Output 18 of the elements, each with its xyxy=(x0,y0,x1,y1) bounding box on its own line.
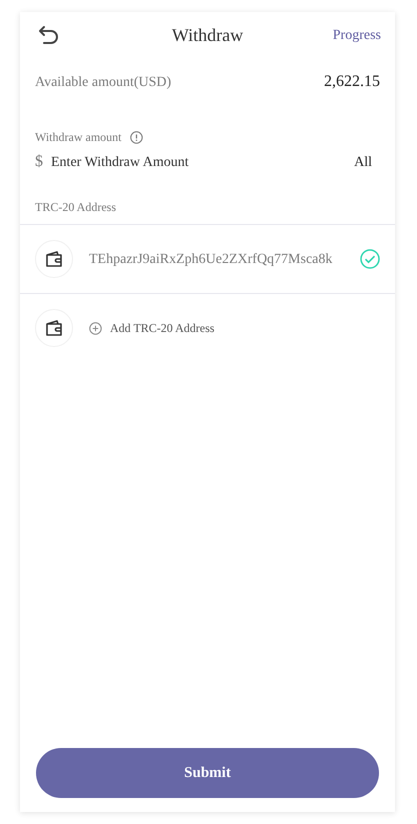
add-address-label: Add TRC-20 Address xyxy=(110,320,214,337)
submit-button[interactable]: Submit xyxy=(36,748,379,798)
wallet-icon xyxy=(45,251,63,267)
available-label: Available amount(USD) xyxy=(35,74,172,92)
address-item[interactable]: TEhpazrJ9aiRxZph6Ue2ZXrfQq77Msca8k xyxy=(20,225,395,293)
address-text: TEhpazrJ9aiRxZph6Ue2ZXrfQq77Msca8k xyxy=(89,250,334,268)
available-amount: 2,622.15 xyxy=(324,72,380,92)
plus-icon xyxy=(89,322,102,334)
withdraw-amount-label: Withdraw amount xyxy=(35,129,122,146)
all-button[interactable]: All xyxy=(354,152,372,172)
wallet-icon xyxy=(45,320,63,336)
back-button[interactable] xyxy=(38,23,60,47)
info-icon[interactable] xyxy=(130,130,142,144)
currency-symbol: $ xyxy=(35,152,43,172)
progress-link[interactable]: Progress xyxy=(332,24,381,46)
page-title: Withdraw xyxy=(172,24,244,46)
address-section-label: TRC-20 Address xyxy=(35,199,117,216)
add-address-button[interactable]: Add TRC-20 Address xyxy=(20,294,395,362)
